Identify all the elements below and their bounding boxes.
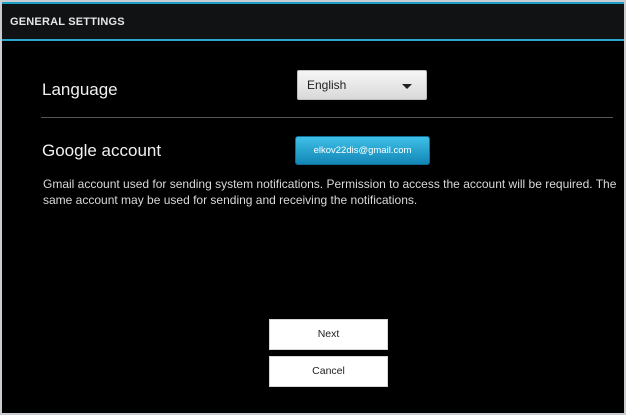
language-select-value: English: [307, 78, 347, 92]
google-account-button[interactable]: elkov22dis@gmail.com: [295, 136, 430, 165]
language-select[interactable]: English: [297, 70, 427, 100]
language-label: Language: [42, 80, 118, 99]
settings-window: GENERAL SETTINGS Language English Google…: [2, 2, 624, 413]
divider: [41, 117, 613, 118]
page-title: GENERAL SETTINGS: [10, 16, 125, 28]
google-account-label: Google account: [42, 141, 162, 160]
chevron-down-icon: [402, 84, 412, 89]
next-button[interactable]: Next: [269, 319, 388, 350]
google-account-description: Gmail account used for sending system no…: [43, 177, 617, 207]
title-bar: GENERAL SETTINGS: [2, 4, 624, 41]
cancel-button[interactable]: Cancel: [269, 356, 388, 387]
